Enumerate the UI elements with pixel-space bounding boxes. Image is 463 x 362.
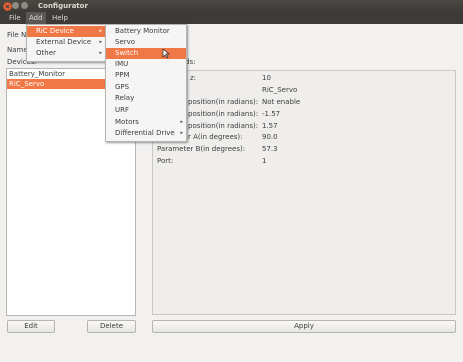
- close-window-button[interactable]: [3, 2, 12, 11]
- title-bar: Configurator: [0, 0, 463, 12]
- menu-file[interactable]: File: [6, 12, 24, 24]
- property-label: Parameter B(in degrees):: [157, 145, 246, 153]
- property-value: Not enable: [262, 98, 301, 106]
- property-value: 1.57: [262, 122, 278, 130]
- submenu-item-motors[interactable]: Motors ▸: [106, 117, 186, 128]
- mouse-pointer-icon: [162, 49, 170, 59]
- submenu-item-differential-drive[interactable]: Differential Drive ▸: [106, 128, 186, 139]
- submenu-item-label: Switch: [115, 49, 139, 57]
- chevron-right-icon: ▸: [180, 130, 183, 136]
- property-value: RiC_Servo: [262, 86, 298, 94]
- submenu-item-imu[interactable]: IMU: [106, 59, 186, 70]
- submenu-item-label: Motors: [115, 118, 139, 126]
- property-label: z:: [190, 74, 197, 82]
- menu-item-label: External Device: [36, 38, 92, 46]
- chevron-right-icon: ▸: [99, 39, 102, 45]
- submenu-item-battery-monitor[interactable]: Battery Monitor: [106, 26, 186, 37]
- menu-item-label: RiC Device: [36, 27, 74, 35]
- submenu-item-gps[interactable]: GPS: [106, 82, 186, 93]
- submenu-item-urf[interactable]: URF: [106, 105, 186, 116]
- minimize-window-button[interactable]: [12, 2, 19, 9]
- edit-button[interactable]: Edit: [7, 320, 55, 333]
- file-label: File N: [7, 31, 27, 39]
- menu-item-label: Other: [36, 49, 56, 57]
- menu-item-other[interactable]: Other ▸: [27, 48, 105, 59]
- property-label: Port:: [157, 157, 174, 165]
- submenu-item-switch[interactable]: Switch: [106, 48, 186, 59]
- apply-button[interactable]: Apply: [152, 320, 456, 333]
- menu-bar: File Add Help: [0, 12, 463, 24]
- property-value: -1.57: [262, 110, 281, 118]
- ric-device-submenu: Battery Monitor Servo Switch IMU PPM GPS…: [105, 24, 187, 142]
- property-value: 10: [262, 74, 271, 82]
- property-label: position(in radians):: [188, 110, 259, 118]
- property-value: 1: [262, 157, 267, 165]
- property-value: 90.0: [262, 133, 278, 141]
- properties-panel: [152, 70, 456, 315]
- submenu-item-label: Differential Drive: [115, 129, 175, 137]
- submenu-item-relay[interactable]: Relay: [106, 93, 186, 104]
- add-menu-dropdown: RiC Device ▸ External Device ▸ Other ▸: [26, 24, 106, 62]
- chevron-right-icon: ▸: [99, 50, 102, 56]
- close-icon: [5, 4, 10, 9]
- delete-button[interactable]: Delete: [87, 320, 136, 333]
- name-label: Name: [7, 46, 28, 54]
- property-value: 57.3: [262, 145, 278, 153]
- property-label: r A(in degrees):: [188, 133, 243, 141]
- window-title: Configurator: [38, 2, 88, 10]
- chevron-right-icon: ▸: [180, 119, 183, 125]
- submenu-item-ppm[interactable]: PPM: [106, 70, 186, 81]
- chevron-right-icon: ▸: [99, 28, 102, 34]
- property-label: position(in radians):: [188, 98, 259, 106]
- menu-item-ric-device[interactable]: RiC Device ▸: [27, 26, 105, 37]
- menu-add[interactable]: Add: [26, 12, 46, 24]
- submenu-item-servo[interactable]: Servo: [106, 37, 186, 48]
- menu-help[interactable]: Help: [49, 12, 71, 24]
- property-label: position(in radians):: [188, 122, 259, 130]
- menu-item-external-device[interactable]: External Device ▸: [27, 37, 105, 48]
- maximize-window-button[interactable]: [21, 2, 28, 9]
